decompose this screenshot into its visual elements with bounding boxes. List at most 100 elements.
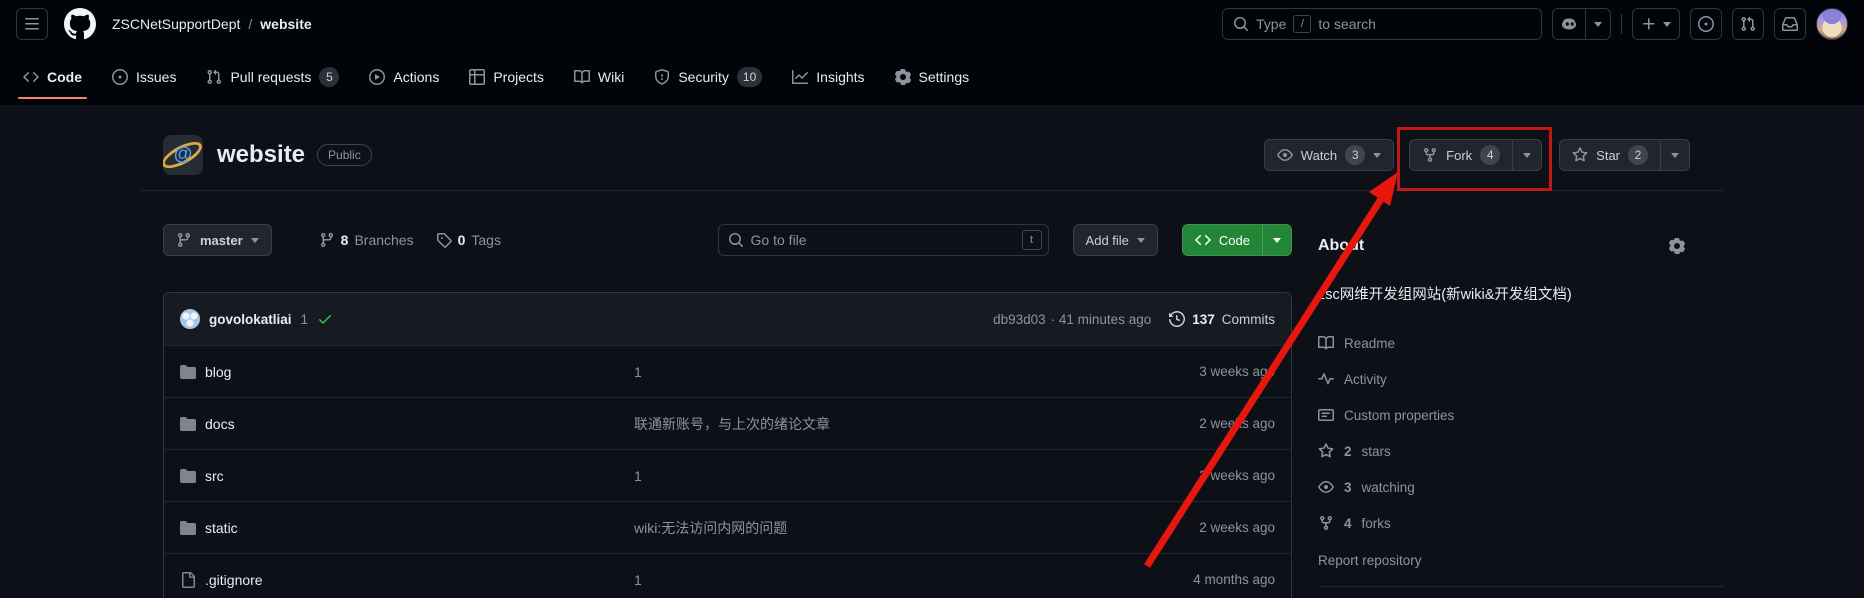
search-icon (1233, 16, 1249, 32)
table-row[interactable]: src 1 2 weeks ago (164, 449, 1291, 501)
commit-message[interactable]: 1 (301, 312, 309, 327)
tab-actions[interactable]: Actions (354, 53, 454, 101)
file-name[interactable]: blog (205, 364, 231, 380)
stars-stat[interactable]: 2 stars (1318, 433, 1724, 469)
main-column: master 8 Branches 0 Tags t (163, 222, 1292, 598)
repo-avatar[interactable]: @ (163, 135, 203, 175)
chevron-down-icon (251, 238, 259, 243)
repo-forked-icon (1318, 515, 1334, 531)
repo-name[interactable]: website (217, 141, 305, 169)
security-count: 10 (737, 67, 762, 87)
tab-label: Projects (493, 69, 544, 85)
star-count: 2 (1628, 145, 1648, 165)
file-name[interactable]: static (205, 520, 238, 536)
file-commit-message[interactable]: 1 (634, 572, 1059, 588)
star-icon (1318, 443, 1334, 459)
user-avatar[interactable] (1816, 8, 1848, 40)
tab-wiki[interactable]: Wiki (559, 53, 639, 101)
commit-author-avatar[interactable] (180, 309, 200, 329)
code-main-button[interactable]: Code (1183, 225, 1262, 255)
hamburger-menu-button[interactable] (16, 8, 48, 40)
breadcrumb-separator: / (248, 16, 252, 32)
copilot-dropdown-button[interactable] (1585, 9, 1610, 39)
breadcrumb-repo[interactable]: website (260, 16, 311, 32)
breadcrumb-owner[interactable]: ZSCNetSupportDept (112, 16, 240, 32)
forks-stat[interactable]: 4 forks (1318, 505, 1724, 541)
file-commit-message[interactable]: 1 (634, 468, 1059, 484)
history-icon (1169, 311, 1185, 327)
eye-icon (1277, 147, 1293, 163)
file-commit-message[interactable]: wiki:无法访问内网的问题 (634, 518, 1059, 538)
report-repository-link[interactable]: Report repository (1318, 553, 1422, 568)
avatar-at-glyph: @ (174, 144, 193, 166)
tab-projects[interactable]: Projects (454, 53, 559, 101)
tab-settings[interactable]: Settings (880, 53, 985, 101)
star-main-button[interactable]: Star 2 (1560, 140, 1660, 170)
branches-count: 8 (341, 232, 349, 248)
table-icon (469, 69, 485, 85)
repo-action-buttons: Watch 3 Fork 4 (1264, 139, 1690, 171)
table-row[interactable]: .gitignore 1 4 months ago (164, 553, 1291, 598)
branches-link[interactable]: 8 Branches (319, 232, 414, 248)
commit-author[interactable]: govolokatliai (209, 312, 292, 327)
pull-requests-nav-button[interactable] (1732, 8, 1764, 40)
tags-link[interactable]: 0 Tags (436, 232, 501, 248)
add-file-button[interactable]: Add file (1073, 224, 1158, 256)
activity-link[interactable]: Activity (1318, 361, 1724, 397)
chevron-down-icon (1523, 153, 1531, 158)
branches-label: Branches (354, 232, 413, 248)
fork-label: Fork (1446, 148, 1472, 163)
activity-label: Activity (1344, 372, 1387, 387)
issues-nav-button[interactable] (1690, 8, 1722, 40)
file-commit-message[interactable]: 1 (634, 364, 1059, 380)
file-commit-message[interactable]: 联通新账号，与上次的绪论文章 (634, 414, 1059, 434)
ci-status-check-icon[interactable] (317, 311, 333, 327)
pull-requests-count: 5 (319, 67, 339, 87)
file-name[interactable]: .gitignore (205, 572, 263, 588)
search-icon (728, 232, 744, 248)
star-button: Star 2 (1559, 139, 1690, 171)
file-commit-date: 2 weeks ago (1075, 416, 1275, 431)
table-row[interactable]: blog 1 3 weeks ago (164, 345, 1291, 397)
fork-main-button[interactable]: Fork 4 (1410, 140, 1512, 170)
create-new-button[interactable] (1632, 8, 1680, 40)
book-icon (1318, 335, 1334, 351)
readme-link[interactable]: Readme (1318, 325, 1724, 361)
forks-label: forks (1362, 516, 1391, 531)
file-name[interactable]: docs (205, 416, 235, 432)
star-dropdown-button[interactable] (1660, 140, 1689, 170)
chevron-down-icon (1273, 238, 1281, 243)
commit-history-link[interactable]: 137 Commits (1169, 311, 1275, 327)
go-to-file-input[interactable] (718, 224, 1049, 256)
branch-selector-button[interactable]: master (163, 224, 272, 256)
tags-label: Tags (471, 232, 501, 248)
tab-issues[interactable]: Issues (97, 53, 191, 101)
tag-icon (436, 232, 452, 248)
tab-security[interactable]: Security 10 (639, 53, 777, 101)
code-dropdown-button[interactable] (1262, 225, 1291, 255)
repo-nav-tabs: Code Issues Pull requests 5 Actions Proj… (0, 48, 1864, 105)
graph-icon (792, 69, 808, 85)
about-settings-gear[interactable] (1669, 238, 1685, 254)
global-search-input[interactable]: Type / to search (1222, 8, 1542, 40)
chevron-down-icon (1594, 22, 1602, 27)
github-repo-page: ZSCNetSupportDept / website Type / to se… (0, 0, 1864, 598)
tab-code[interactable]: Code (8, 53, 97, 101)
tab-pull-requests[interactable]: Pull requests 5 (191, 53, 354, 101)
inbox-button[interactable] (1774, 8, 1806, 40)
folder-icon (180, 468, 196, 484)
table-row[interactable]: docs 联通新账号，与上次的绪论文章 2 weeks ago (164, 397, 1291, 449)
table-row[interactable]: static wiki:无法访问内网的问题 2 weeks ago (164, 501, 1291, 553)
fork-dropdown-button[interactable] (1512, 140, 1541, 170)
copilot-chat-button[interactable] (1553, 9, 1585, 39)
chevron-down-icon (1373, 153, 1381, 158)
git-branch-icon (176, 232, 192, 248)
watch-button[interactable]: Watch 3 (1264, 139, 1394, 171)
tab-insights[interactable]: Insights (777, 53, 879, 101)
commit-sha-time[interactable]: db93d03 · 41 minutes ago (993, 312, 1151, 327)
custom-properties-link[interactable]: Custom properties (1318, 397, 1724, 433)
file-name[interactable]: src (205, 468, 224, 484)
watching-stat[interactable]: 3 watching (1318, 469, 1724, 505)
gear-icon (895, 69, 911, 85)
github-logo[interactable] (64, 8, 96, 40)
